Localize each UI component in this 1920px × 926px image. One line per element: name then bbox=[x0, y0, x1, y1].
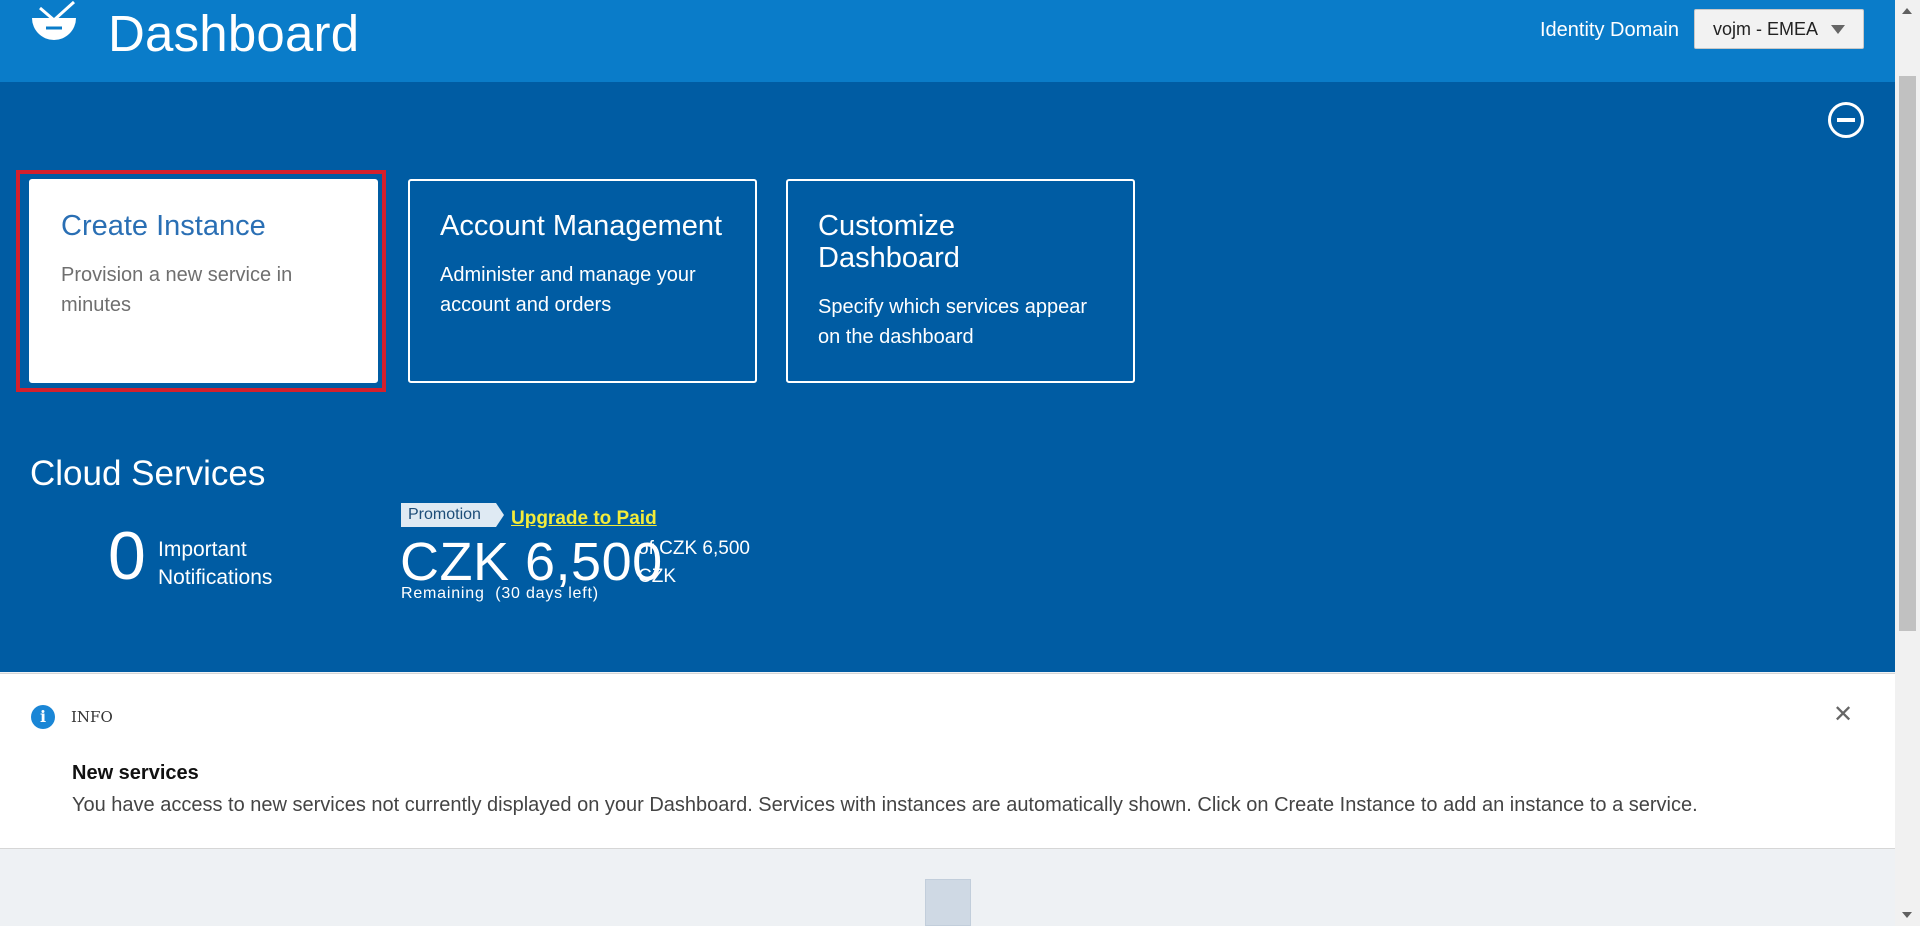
info-message: i INFO ✕ New services You have access to… bbox=[0, 673, 1895, 849]
message-type: INFO bbox=[71, 708, 113, 726]
message-body: You have access to new services not curr… bbox=[72, 794, 1698, 816]
days-left: (30 days left) bbox=[495, 585, 599, 602]
credit-amount: CZK 6,500 bbox=[400, 532, 663, 592]
identity-domain-select[interactable]: vojm - EMEA bbox=[1694, 9, 1864, 49]
cloud-services-title: Cloud Services bbox=[30, 454, 266, 493]
card-title: Customize Dashboard bbox=[818, 210, 960, 274]
credit-total: of CZK 6,500 CZK bbox=[638, 538, 750, 587]
upgrade-to-paid-link[interactable]: Upgrade to Paid bbox=[511, 508, 657, 530]
vertical-scrollbar[interactable] bbox=[1895, 0, 1920, 926]
card-description: Administer and manage your account and o… bbox=[440, 263, 696, 316]
card-description: Provision a new service in minutes bbox=[61, 263, 293, 316]
top-header: Dashboard Identity Domain vojm - EMEA bbox=[0, 0, 1895, 82]
card-description: Specify which services appear on the das… bbox=[818, 295, 1088, 348]
page-title: Dashboard bbox=[108, 5, 360, 62]
info-icon: i bbox=[31, 705, 55, 729]
collapse-icon[interactable] bbox=[1828, 102, 1864, 138]
scroll-up-icon[interactable] bbox=[1902, 8, 1912, 14]
remaining-label: Remaining bbox=[401, 585, 485, 602]
create-instance-card[interactable]: Create Instance Provision a new service … bbox=[29, 179, 378, 383]
message-heading: New services bbox=[72, 762, 199, 784]
scroll-thumb[interactable] bbox=[1899, 76, 1916, 631]
content-placeholder bbox=[925, 879, 971, 926]
customize-dashboard-card[interactable]: Customize Dashboard Specify which servic… bbox=[786, 179, 1135, 383]
notifications-count[interactable]: 0 bbox=[108, 522, 146, 590]
card-title: Account Management bbox=[440, 210, 723, 242]
close-icon[interactable]: ✕ bbox=[1833, 700, 1853, 728]
card-title: Create Instance bbox=[61, 210, 266, 242]
chevron-down-icon bbox=[1831, 25, 1845, 34]
identity-domain-label: Identity Domain bbox=[1540, 19, 1679, 41]
notifications-label[interactable]: Important Notifications bbox=[158, 536, 298, 592]
cloud-logo-icon[interactable] bbox=[28, 0, 80, 52]
identity-domain-value: vojm - EMEA bbox=[1713, 19, 1819, 39]
scroll-down-icon[interactable] bbox=[1902, 912, 1912, 918]
promotion-tag: Promotion bbox=[401, 503, 504, 527]
account-management-card[interactable]: Account Management Administer and manage… bbox=[408, 179, 757, 383]
credit-remaining: Remaining (30 days left) bbox=[401, 585, 599, 603]
